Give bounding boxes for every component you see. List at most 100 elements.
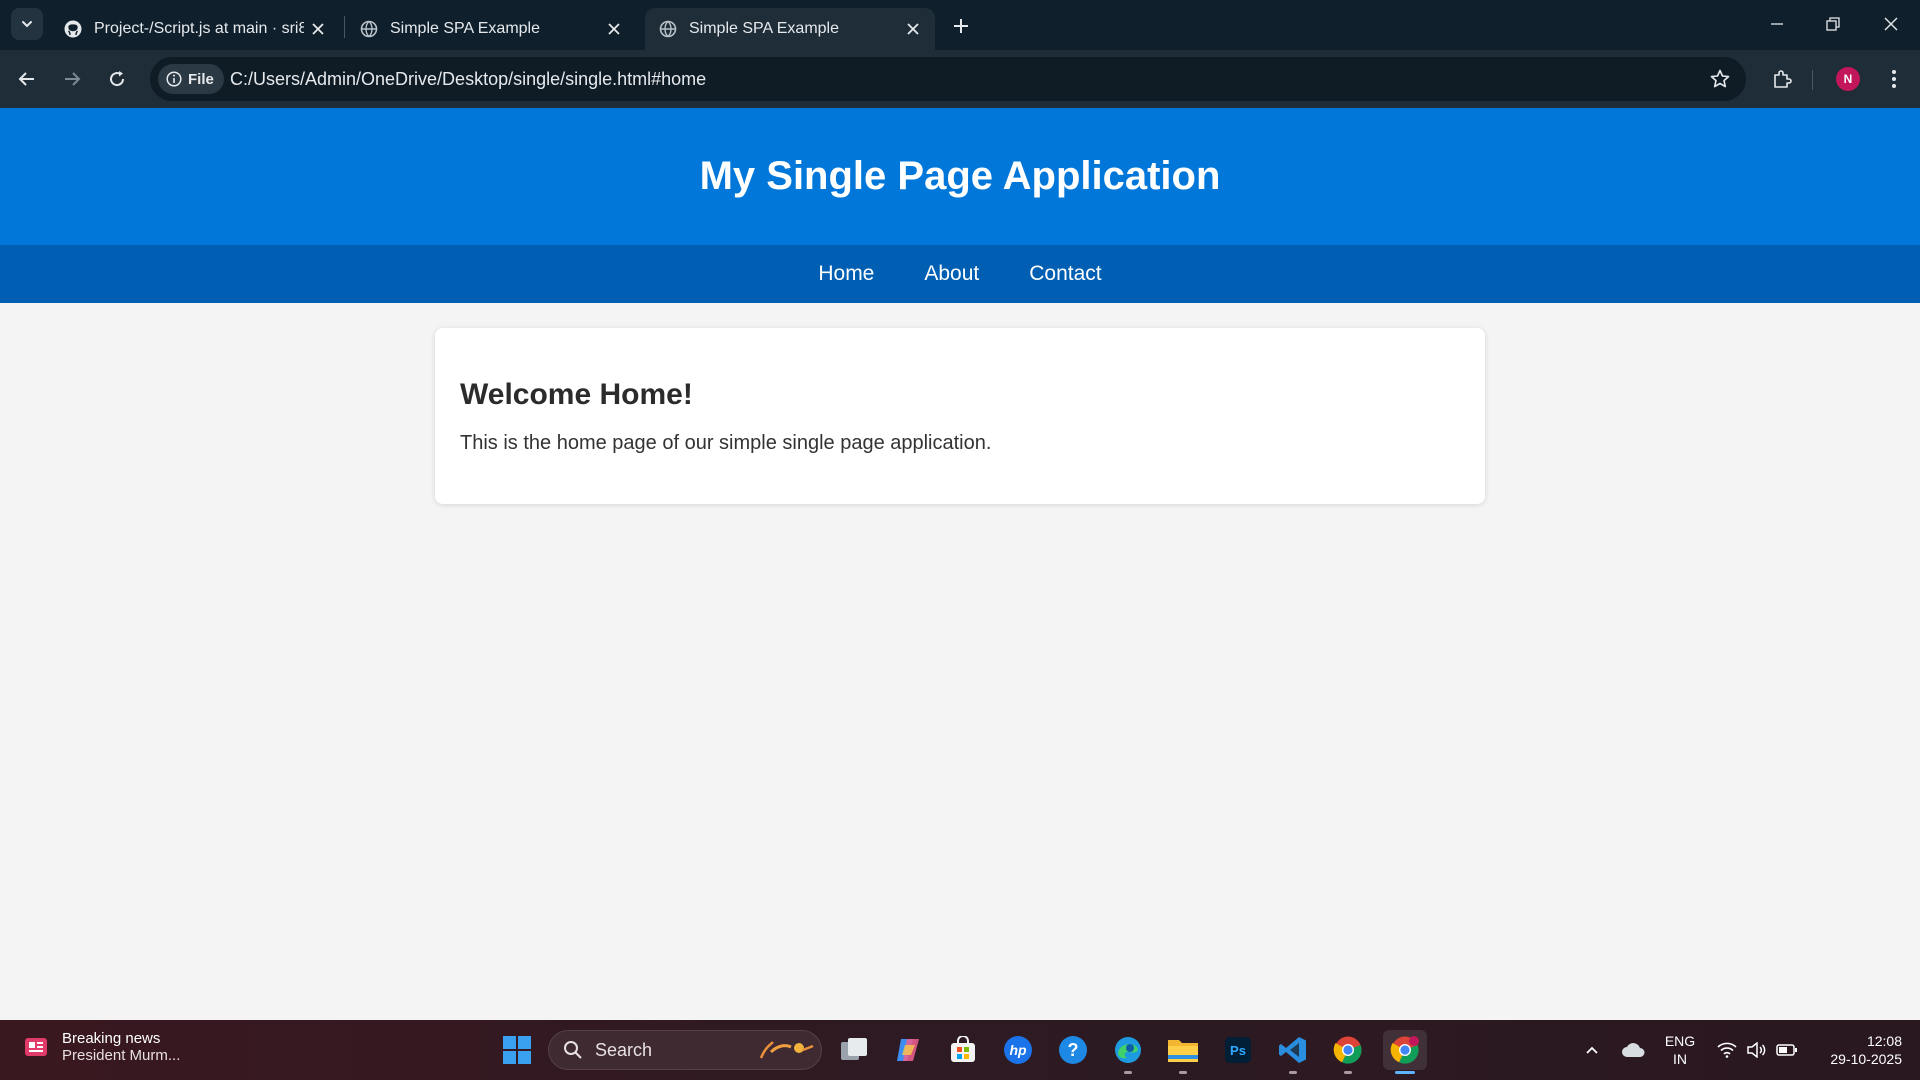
site-info-chip[interactable]: File (158, 64, 224, 94)
volume-status[interactable] (1744, 1020, 1770, 1080)
new-tab-button[interactable] (946, 11, 976, 41)
copilot-icon (897, 1039, 919, 1061)
wifi-status[interactable] (1714, 1020, 1740, 1080)
vscode-button[interactable] (1273, 1030, 1313, 1074)
tab-github[interactable]: Project-/Script.js at main · sri88 (50, 8, 340, 50)
chrome-icon (1333, 1036, 1362, 1064)
chevron-down-icon (22, 21, 32, 28)
nav-link-home[interactable]: Home (818, 262, 874, 286)
card-heading: Welcome Home! (460, 378, 693, 411)
close-tab-button[interactable] (899, 15, 927, 43)
search-icon (564, 1041, 582, 1059)
news-icon (25, 1038, 47, 1056)
tab-title: Project-/Script.js at main · sri88 (94, 20, 304, 37)
page-title: My Single Page Application (699, 154, 1221, 198)
battery-status[interactable] (1774, 1020, 1800, 1080)
system-clock[interactable]: 12:08 29-10-2025 (1810, 1032, 1902, 1068)
file-explorer-button[interactable] (1163, 1030, 1203, 1074)
hp-icon: hp (1004, 1036, 1032, 1064)
card-body: This is the home page of our simple sing… (460, 432, 992, 454)
chrome-profile-button[interactable] (1383, 1030, 1427, 1074)
photoshop-icon: Ps (1225, 1037, 1251, 1063)
restore-button[interactable] (1810, 6, 1856, 42)
svg-text:?: ? (1068, 1040, 1079, 1060)
cloud-icon (1622, 1043, 1645, 1057)
tab-search-button[interactable] (11, 8, 43, 40)
close-window-button[interactable] (1868, 6, 1914, 42)
clock-time: 12:08 (1866, 1033, 1902, 1049)
info-icon (166, 71, 182, 87)
search-placeholder: Search (595, 1039, 653, 1060)
folder-icon (1168, 1040, 1198, 1062)
copilot-button[interactable] (888, 1030, 928, 1070)
address-bar[interactable]: File C:/Users/Admin/OneDrive/Desktop/sin… (150, 57, 1746, 101)
taskbar-search[interactable]: Search (548, 1030, 822, 1070)
browser-toolbar: File C:/Users/Admin/OneDrive/Desktop/sin… (0, 50, 1920, 108)
edge-button[interactable] (1108, 1030, 1148, 1074)
site-info-label: File (188, 70, 214, 88)
help-icon: ? (1059, 1036, 1087, 1064)
github-icon (64, 20, 82, 38)
onedrive-button[interactable] (1618, 1020, 1648, 1080)
star-icon (1710, 69, 1730, 88)
nav-link-contact[interactable]: Contact (1029, 262, 1101, 286)
edge-icon (1115, 1037, 1141, 1063)
site-nav: Home About Contact (0, 245, 1920, 303)
close-tab-button[interactable] (600, 15, 628, 43)
profile-avatar[interactable]: N (1836, 67, 1860, 91)
task-view-button[interactable] (834, 1030, 874, 1070)
running-indicator (1289, 1071, 1297, 1074)
page-viewport: My Single Page Application Home About Co… (0, 108, 1920, 1020)
plus-icon (954, 19, 968, 33)
more-vertical-icon (1892, 70, 1896, 88)
globe-icon (360, 20, 378, 38)
tab-title: Simple SPA Example (689, 20, 839, 37)
minimize-icon (1771, 23, 1783, 25)
photoshop-button[interactable]: Ps (1218, 1030, 1258, 1070)
tab-separator (344, 16, 345, 38)
chrome-icon (1390, 1036, 1419, 1064)
wifi-icon (1717, 1042, 1737, 1058)
extensions-button[interactable] (1766, 63, 1798, 95)
vscode-icon (1279, 1037, 1306, 1063)
running-indicator (1179, 1071, 1187, 1074)
store-button[interactable] (943, 1030, 983, 1070)
svg-text:Ps: Ps (1230, 1043, 1246, 1058)
battery-icon (1776, 1044, 1797, 1056)
chrome-button[interactable] (1328, 1030, 1368, 1074)
minimize-button[interactable] (1754, 6, 1800, 42)
language-indicator[interactable]: ENG IN (1660, 1032, 1700, 1068)
close-tab-button[interactable] (304, 15, 332, 43)
news-widget[interactable]: Breaking news President Murm... (22, 1030, 180, 1064)
active-indicator (1395, 1071, 1415, 1074)
clock-date: 29-10-2025 (1830, 1051, 1902, 1067)
running-indicator (1124, 1071, 1132, 1074)
windows-icon (503, 1036, 531, 1064)
reload-button[interactable] (101, 63, 133, 95)
chevron-up-icon (1586, 1046, 1598, 1054)
help-button[interactable]: ? (1053, 1030, 1093, 1070)
arrow-right-icon (65, 72, 81, 86)
news-title: Breaking news (62, 1030, 161, 1047)
bookmark-button[interactable] (1708, 67, 1732, 91)
nav-link-about[interactable]: About (924, 262, 979, 286)
tab-spa-active[interactable]: Simple SPA Example (645, 8, 935, 50)
close-icon (1884, 17, 1898, 31)
news-subtitle: President Murm... (62, 1047, 181, 1064)
site-header: My Single Page Application (0, 108, 1920, 245)
tab-spa-1[interactable]: Simple SPA Example (346, 8, 636, 50)
toolbar-divider (1812, 70, 1813, 90)
url-text[interactable]: C:/Users/Admin/OneDrive/Desktop/single/s… (230, 69, 706, 90)
start-button[interactable] (497, 1030, 537, 1070)
forward-button[interactable] (56, 63, 88, 95)
show-hidden-icons-button[interactable] (1580, 1020, 1604, 1080)
windows-taskbar: Breaking news President Murm... Search h… (0, 1020, 1920, 1080)
hp-app-button[interactable]: hp (998, 1030, 1038, 1070)
language-code: ENG (1664, 1033, 1696, 1049)
browser-menu-button[interactable] (1880, 63, 1908, 95)
speaker-icon (1747, 1042, 1766, 1058)
store-icon (951, 1036, 975, 1062)
back-button[interactable] (11, 63, 43, 95)
tab-title: Simple SPA Example (390, 20, 540, 37)
content-card: Welcome Home! This is the home page of o… (435, 328, 1485, 504)
